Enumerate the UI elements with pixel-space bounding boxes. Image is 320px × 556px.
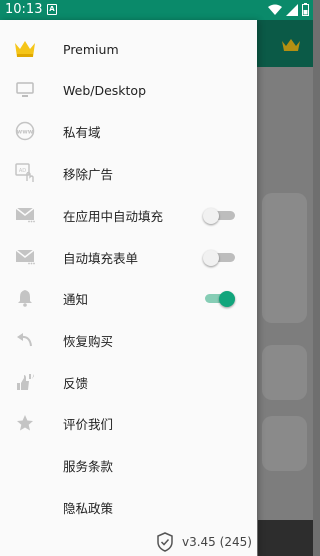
drawer-item-restore-purchase[interactable]: 恢复购买 — [0, 320, 257, 360]
drawer-item-label: 移除广告 — [63, 166, 114, 182]
drawer-item-autofill-in-apps[interactable]: 在应用中自动填充 — [0, 195, 257, 235]
background-bottom-bar — [258, 520, 313, 556]
battery-icon — [302, 3, 309, 16]
signal-icon — [286, 3, 298, 16]
drawer-item-label: 反馈 — [63, 375, 89, 391]
background-card — [262, 193, 307, 323]
status-bar: 10:13 A — [0, 0, 313, 20]
background-crown-icon — [282, 39, 300, 51]
drawer-item-premium[interactable]: Premium — [0, 29, 257, 69]
drawer-item-remove-ads[interactable]: AD 移除广告 — [0, 153, 257, 193]
drawer-item-label: 在应用中自动填充 — [63, 208, 164, 224]
shield-check-icon — [157, 532, 173, 552]
drawer-item-label: 自动填充表单 — [63, 250, 139, 266]
drawer-item-privacy-policy[interactable]: 隐私政策 — [0, 487, 257, 527]
drawer-item-rate-us[interactable]: 评价我们 — [0, 403, 257, 443]
ad-block-icon: AD — [14, 162, 36, 184]
drawer-item-label: 私有域 — [63, 124, 101, 140]
drawer-item-label: 隐私政策 — [63, 500, 114, 516]
star-icon — [14, 412, 36, 434]
www-globe-icon: www — [14, 120, 36, 142]
navigation-drawer: Premium Web/Desktop www 私有域 AD 移除广告 在应用中… — [0, 20, 257, 556]
notification-icon: A — [47, 4, 57, 15]
drawer-item-label: Web/Desktop — [63, 82, 147, 98]
drawer-item-notifications[interactable]: 通知 — [0, 278, 257, 318]
thumbs-icon — [14, 371, 36, 393]
drawer-item-terms-of-service[interactable]: 服务条款 — [0, 445, 257, 485]
drawer-item-label: Premium — [63, 41, 119, 57]
notifications-toggle[interactable] — [205, 291, 235, 307]
svg-text:AD: AD — [19, 168, 26, 174]
drawer-item-label: 恢复购买 — [63, 333, 114, 349]
background-card — [262, 345, 307, 400]
undo-icon — [14, 329, 36, 351]
crown-icon — [14, 38, 36, 60]
drawer-item-autofill-forms[interactable]: 自动填充表单 — [0, 237, 257, 277]
system-icons — [268, 3, 309, 16]
background-card — [262, 416, 307, 471]
wifi-icon — [268, 4, 282, 15]
svg-text:www: www — [17, 129, 34, 136]
drawer-item-label: 评价我们 — [63, 416, 114, 432]
drawer-item-private-domain[interactable]: www 私有域 — [0, 111, 257, 151]
drawer-item-feedback[interactable]: 反馈 — [0, 362, 257, 402]
desktop-icon — [14, 79, 36, 101]
bell-icon — [14, 287, 36, 309]
mail-icon — [14, 204, 36, 226]
version-text: v3.45 (245) — [182, 535, 252, 549]
app-version: v3.45 (245) — [156, 532, 252, 552]
autofill-in-apps-toggle[interactable] — [203, 208, 235, 224]
mail-icon — [14, 246, 36, 268]
status-time: 10:13 — [5, 2, 43, 17]
drawer-item-label: 服务条款 — [63, 458, 114, 474]
autofill-forms-toggle[interactable] — [203, 250, 235, 266]
drawer-item-web-desktop[interactable]: Web/Desktop — [0, 70, 257, 110]
drawer-item-label: 通知 — [63, 291, 89, 307]
